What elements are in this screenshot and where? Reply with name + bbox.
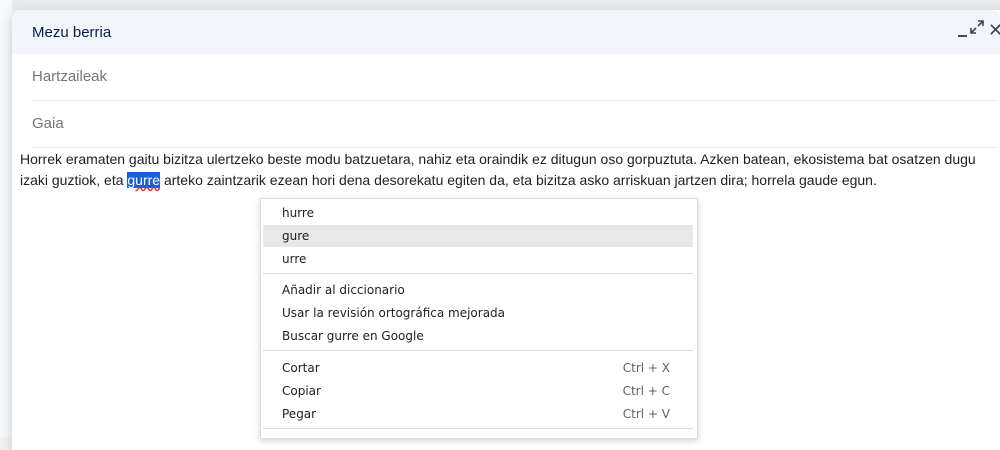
message-body[interactable]: Horrek eramaten gaitu bizitza ulertzeko … xyxy=(20,149,980,191)
shortcut-cut: Ctrl + X xyxy=(622,361,670,375)
menu-item-enhanced-spellcheck[interactable]: Usar la revisión ortográfica mejorada xyxy=(261,302,695,324)
exit-full-screen-icon[interactable] xyxy=(970,20,988,38)
menu-separator xyxy=(263,428,693,429)
compose-title: Mezu berria xyxy=(32,24,112,41)
shortcut-copy: Ctrl + C xyxy=(622,384,670,398)
subject-field[interactable]: Gaia xyxy=(32,101,998,148)
recipients-field[interactable]: Hartzaileak xyxy=(32,54,998,101)
menu-item-suggestion-hurre[interactable]: hurre xyxy=(261,202,695,224)
menu-separator xyxy=(263,273,693,274)
misspelled-word[interactable]: gurre xyxy=(127,172,161,188)
menu-item-add-to-dictionary[interactable]: Añadir al diccionario xyxy=(261,279,695,301)
menu-separator xyxy=(263,350,693,351)
spellcheck-context-menu: hurre gure urre Añadir al diccionario Us… xyxy=(260,198,698,439)
subject-placeholder: Gaia xyxy=(32,115,64,132)
menu-item-search-google[interactable]: Buscar gurre en Google xyxy=(261,325,695,347)
recipients-placeholder: Hartzaileak xyxy=(32,68,108,85)
compose-header[interactable]: Mezu berria ✕ xyxy=(12,10,1000,54)
background-inbox-edge xyxy=(0,0,12,437)
body-text-after: arteko zaintzarik ezean hori dena desore… xyxy=(160,172,877,188)
menu-item-copy[interactable]: Copiar Ctrl + C xyxy=(261,380,695,402)
menu-item-cut[interactable]: Cortar Ctrl + X xyxy=(261,357,695,379)
background-window-strip xyxy=(0,0,1000,10)
menu-item-suggestion-gure[interactable]: gure xyxy=(263,225,693,247)
menu-item-paste[interactable]: Pegar Ctrl + V xyxy=(261,403,695,425)
close-icon[interactable]: ✕ xyxy=(988,20,1000,40)
shortcut-paste: Ctrl + V xyxy=(622,407,670,421)
menu-item-suggestion-urre[interactable]: urre xyxy=(261,248,695,270)
